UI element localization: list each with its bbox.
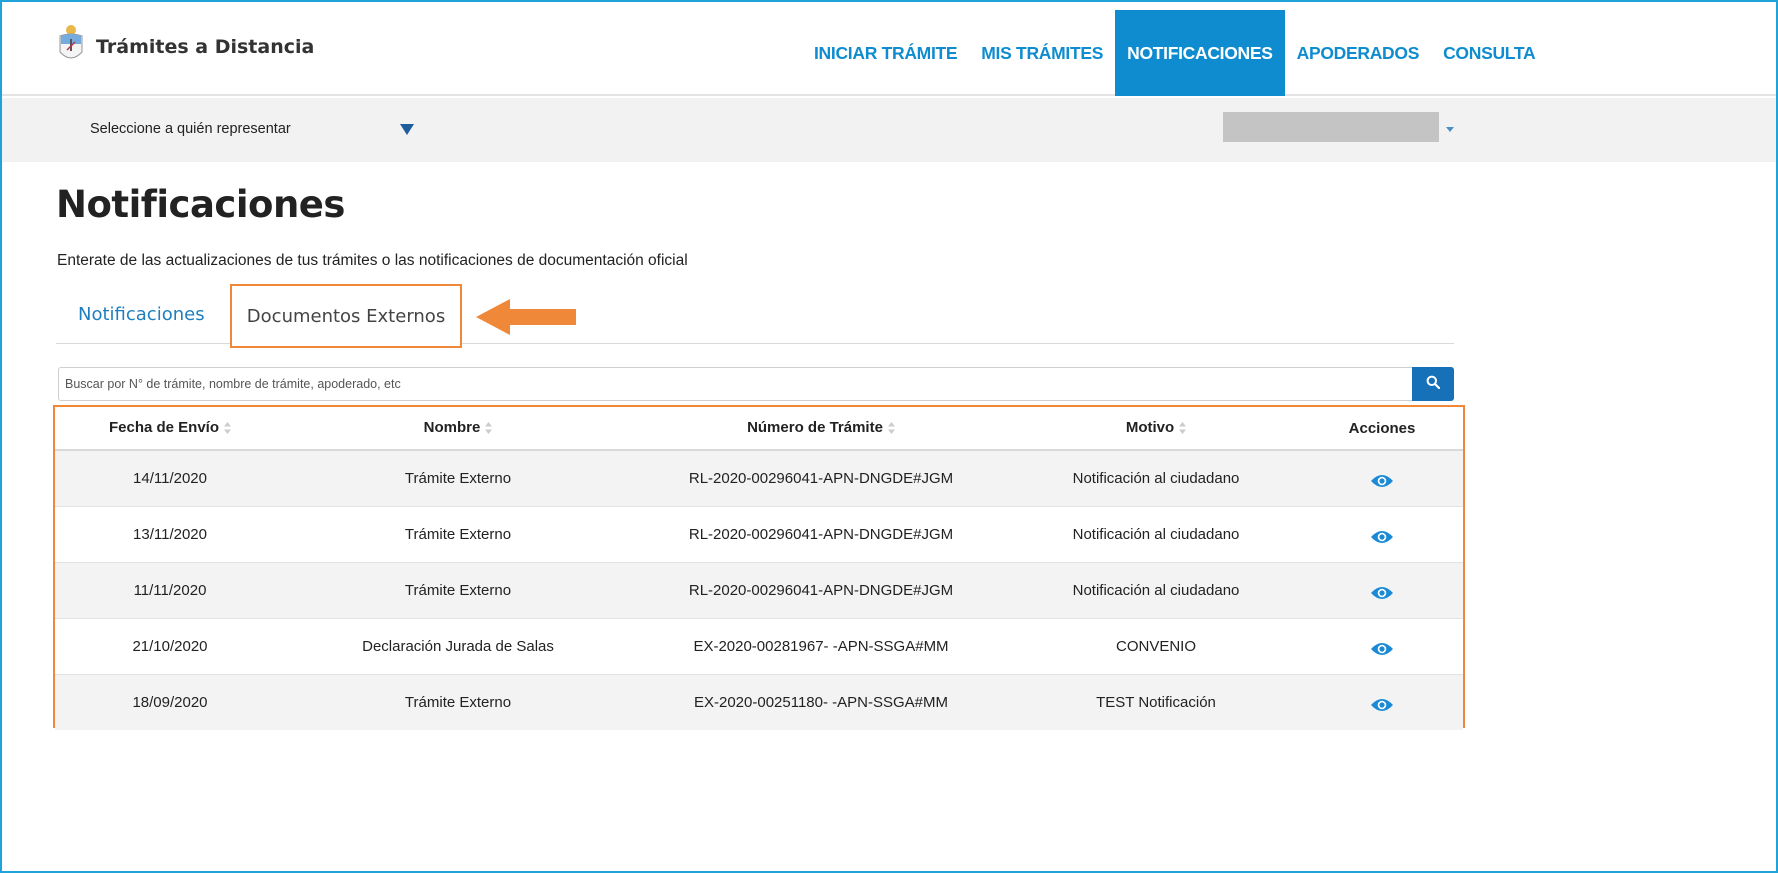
cell-numero: EX-2020-00281967- -APN-SSGA#MM: [631, 617, 1011, 674]
sort-icon[interactable]: [224, 421, 232, 438]
cell-fecha: 14/11/2020: [55, 449, 285, 506]
search-icon: [1426, 375, 1441, 394]
cell-fecha: 21/10/2020: [55, 617, 285, 674]
column-header-acciones: Acciones: [1301, 407, 1463, 451]
cell-numero: RL-2020-00296041-APN-DNGDE#JGM: [631, 561, 1011, 618]
documents-table: Fecha de Envío Nombre Número de Trámite …: [55, 407, 1463, 730]
top-header: Trámites a Distancia INICIAR TRÁMITE MIS…: [2, 2, 1776, 96]
tabs: Notificaciones Documentos Externos: [56, 284, 1454, 348]
cell-motivo: Notificación al ciudadano: [1011, 505, 1301, 562]
cell-acciones: [1301, 449, 1463, 506]
documents-table-container: Fecha de Envío Nombre Número de Trámite …: [53, 405, 1465, 730]
eye-icon[interactable]: [1370, 641, 1394, 661]
cell-numero: RL-2020-00296041-APN-DNGDE#JGM: [631, 505, 1011, 562]
cell-acciones: [1301, 617, 1463, 674]
column-header-fecha[interactable]: Fecha de Envío: [55, 407, 285, 451]
cell-fecha: 18/09/2020: [55, 673, 285, 730]
brand[interactable]: Trámites a Distancia: [58, 24, 314, 69]
represent-select-label[interactable]: Seleccione a quién representar: [90, 121, 291, 137]
cell-nombre: Declaración Jurada de Salas: [285, 617, 631, 674]
table-row: 21/10/2020 Declaración Jurada de Salas E…: [55, 617, 1463, 674]
eye-icon[interactable]: [1370, 585, 1394, 605]
page-subtitle: Enterate de las actualizaciones de tus t…: [57, 252, 688, 269]
main-nav: INICIAR TRÁMITE MIS TRÁMITES NOTIFICACIO…: [802, 10, 1547, 96]
sort-icon[interactable]: [1179, 421, 1187, 438]
cell-acciones: [1301, 673, 1463, 730]
table-row: 14/11/2020 Trámite Externo RL-2020-00296…: [55, 449, 1463, 506]
arrow-left-icon: [476, 297, 578, 342]
eye-icon[interactable]: [1370, 529, 1394, 549]
represent-bar: Seleccione a quién representar: [2, 98, 1776, 162]
user-menu-redacted[interactable]: [1223, 112, 1439, 142]
nav-consulta[interactable]: CONSULTA: [1431, 10, 1547, 96]
cell-nombre: Trámite Externo: [285, 449, 631, 506]
cell-motivo: Notificación al ciudadano: [1011, 561, 1301, 618]
eye-icon[interactable]: [1370, 473, 1394, 493]
nav-notificaciones[interactable]: NOTIFICACIONES: [1115, 10, 1285, 96]
cell-nombre: Trámite Externo: [285, 561, 631, 618]
search-input[interactable]: [59, 368, 1413, 400]
cell-motivo: TEST Notificación: [1011, 673, 1301, 730]
table-row: 13/11/2020 Trámite Externo RL-2020-00296…: [55, 505, 1463, 562]
tab-notificaciones[interactable]: Notificaciones: [78, 284, 205, 344]
sort-icon[interactable]: [887, 421, 895, 438]
page-title: Notificaciones: [56, 183, 345, 226]
table-row: 18/09/2020 Trámite Externo EX-2020-00251…: [55, 673, 1463, 730]
cell-nombre: Trámite Externo: [285, 505, 631, 562]
column-header-nombre[interactable]: Nombre: [285, 407, 631, 451]
user-menu-caret-down-icon[interactable]: [1446, 127, 1454, 132]
cell-nombre: Trámite Externo: [285, 673, 631, 730]
brand-title: Trámites a Distancia: [96, 35, 315, 58]
cell-fecha: 13/11/2020: [55, 505, 285, 562]
table-row: 11/11/2020 Trámite Externo RL-2020-00296…: [55, 561, 1463, 618]
column-header-motivo[interactable]: Motivo: [1011, 407, 1301, 451]
sort-icon[interactable]: [485, 421, 493, 438]
cell-numero: EX-2020-00251180- -APN-SSGA#MM: [631, 673, 1011, 730]
nav-mis-tramites[interactable]: MIS TRÁMITES: [969, 10, 1115, 96]
column-header-numero[interactable]: Número de Trámite: [631, 407, 1011, 451]
cell-fecha: 11/11/2020: [55, 561, 285, 618]
cell-acciones: [1301, 561, 1463, 618]
cell-acciones: [1301, 505, 1463, 562]
search-bar: [58, 367, 1454, 401]
cell-numero: RL-2020-00296041-APN-DNGDE#JGM: [631, 449, 1011, 506]
eye-icon[interactable]: [1370, 697, 1394, 717]
argentina-coat-of-arms-icon: [58, 24, 84, 69]
cell-motivo: CONVENIO: [1011, 617, 1301, 674]
nav-iniciar-tramite[interactable]: INICIAR TRÁMITE: [802, 10, 969, 96]
caret-down-icon[interactable]: [400, 124, 414, 135]
tab-documentos-externos[interactable]: Documentos Externos: [230, 284, 462, 348]
search-button[interactable]: [1412, 367, 1454, 401]
cell-motivo: Notificación al ciudadano: [1011, 449, 1301, 506]
nav-apoderados[interactable]: APODERADOS: [1285, 10, 1431, 96]
